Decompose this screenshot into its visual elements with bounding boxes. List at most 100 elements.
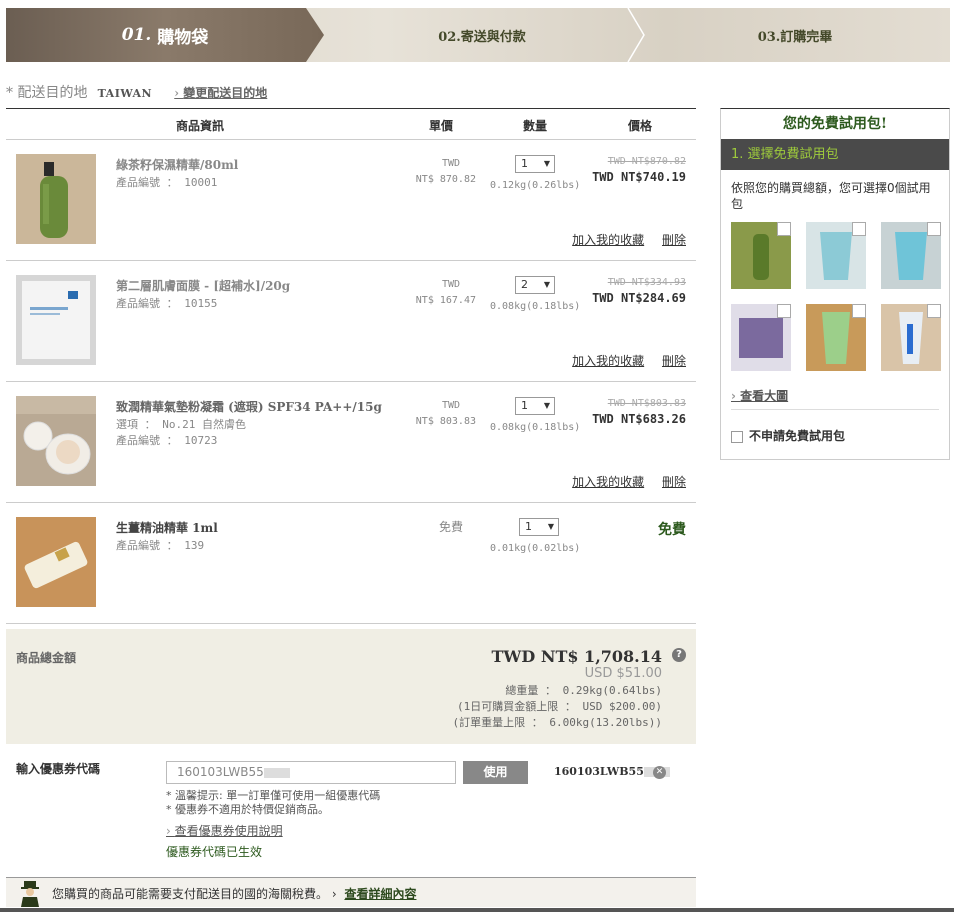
item-weight: 0.08kg(0.18lbs) (490, 422, 581, 433)
quantity-select[interactable]: 1 (519, 518, 559, 536)
step-label: 02.寄送與付款 (438, 29, 526, 45)
sample-checkbox[interactable] (927, 304, 941, 318)
item-actions: 加入我的收藏 刪除 (558, 473, 686, 490)
quantity-select[interactable]: 1 (515, 397, 555, 415)
order-totals: 商品總金額 TWD NT$ 1,708.14 ? USD $51.00 總重量 … (6, 629, 696, 744)
quantity-select[interactable]: 2 (515, 276, 555, 294)
unit-amount: NT$ 167.47 (415, 295, 476, 306)
sample-tile[interactable] (881, 304, 941, 371)
sale-price: TWD NT$740.19 (592, 170, 686, 184)
sample-checkbox[interactable] (852, 222, 866, 236)
add-to-wishlist-link[interactable]: 加入我的收藏 (572, 354, 644, 368)
product-code: 產品編號 ： 10155 (116, 297, 218, 310)
sample-description: 依照您的購買總額，您可選擇0個試用包 (731, 181, 931, 211)
sample-checkbox[interactable] (777, 304, 791, 318)
customs-notice: 您購買的商品可能需要支付配送目的國的海關稅費。 › 查看詳細內容 (6, 877, 696, 907)
destination-label: * 配送目的地 (6, 85, 88, 101)
coupon-guide-link[interactable]: 查看優惠券使用說明 (166, 822, 283, 839)
product-code: 產品編號 ： 139 (116, 539, 205, 552)
coupon-code-input[interactable]: 160103LWB55 (166, 761, 456, 784)
item-weight: 0.01kg(0.02lbs) (490, 543, 581, 554)
sample-tile[interactable] (806, 304, 866, 371)
product-name[interactable]: 綠茶籽保濕精華/80ml (116, 156, 238, 173)
cart-item: 綠茶籽保濕精華/80ml 產品編號 ： 10001 TWD NT$ 870.82… (6, 140, 696, 261)
coupon-status: 優惠券代碼已生效 (166, 845, 263, 859)
item-actions: 加入我的收藏 刪除 (558, 352, 686, 369)
sample-tile[interactable] (881, 222, 941, 289)
apply-coupon-button[interactable]: 使用 (463, 761, 528, 784)
decline-sample-option[interactable]: 不申請免費試用包 (731, 427, 845, 444)
decline-sample-label: 不申請免費試用包 (749, 429, 846, 443)
change-destination-link[interactable]: 變更配送目的地 (174, 86, 267, 100)
sample-step-bar: 1. 選擇免費試用包 (721, 139, 949, 170)
coupon-label: 輸入優惠券代碼 (16, 762, 101, 776)
cart-item: 致潤精華氣墊粉凝霜 (遮瑕) SPF34 PA++/15g 選項 ： No.21… (6, 382, 696, 503)
product-name[interactable]: 致潤精華氣墊粉凝霜 (遮瑕) SPF34 PA++/15g (116, 398, 382, 415)
step-number: 01. (121, 25, 152, 45)
redacted-mask (263, 767, 290, 778)
remove-coupon-icon[interactable]: ✕ (653, 766, 666, 779)
step-shipping-payment: 02.寄送與付款 (324, 8, 645, 62)
customs-text: 您購買的商品可能需要支付配送目的國的海關稅費。 (52, 887, 329, 901)
product-image-oil-vial[interactable] (16, 517, 96, 607)
sample-checkbox[interactable] (852, 304, 866, 318)
footer-line (0, 908, 954, 912)
table-header: 商品資訊 單價 數量 價格 (6, 108, 696, 140)
sale-price: TWD NT$284.69 (592, 291, 686, 305)
sale-price: TWD NT$683.26 (592, 412, 686, 426)
header-price: 價格 (628, 119, 653, 133)
header-quantity: 數量 (523, 119, 548, 133)
checkout-steps: 01. 購物袋 02.寄送與付款 03.訂購完畢 (6, 8, 950, 62)
free-sample-panel: 您的免費試用包! 1. 選擇免費試用包 依照您的購買總額，您可選擇0個試用包 查… (720, 108, 950, 460)
unit-price: TWD NT$ 803.83 (386, 398, 476, 430)
sample-tile[interactable] (731, 304, 791, 371)
quantity-select[interactable]: 1 (515, 155, 555, 173)
add-to-wishlist-link[interactable]: 加入我的收藏 (572, 475, 644, 489)
item-weight: 0.12kg(0.26lbs) (490, 180, 581, 191)
view-large-link[interactable]: 查看大圖 (731, 387, 788, 404)
sample-tile[interactable] (806, 222, 866, 289)
free-price: 免費 (658, 522, 686, 538)
coupon-tip: * 優惠券不適用於特價促銷商品。 (166, 803, 329, 816)
daily-limit: (1日可購買金額上限 ： USD $200.00) (457, 700, 662, 713)
unit-amount: NT$ 870.82 (415, 174, 476, 185)
sample-checkbox[interactable] (777, 222, 791, 236)
shipping-destination: * 配送目的地 TAIWAN 變更配送目的地 (6, 82, 267, 102)
item-actions: 加入我的收藏 刪除 (558, 231, 686, 248)
cart-item: 第二層肌膚面膜 - [超補水]/20g 產品編號 ： 10155 TWD NT$… (6, 261, 696, 382)
applied-coupon-code: 160103LWB55 (554, 765, 644, 778)
step-label: 03.訂購完畢 (757, 29, 833, 45)
product-code: 產品編號 ： 10001 (116, 176, 218, 189)
unit-price-free: 免費 (438, 520, 463, 534)
product-image-serum[interactable] (16, 154, 96, 244)
unit-price: TWD NT$ 167.47 (386, 277, 476, 309)
unit-currency: TWD (441, 158, 461, 169)
original-price: TWD NT$803.83 (607, 398, 686, 409)
decline-sample-checkbox[interactable] (731, 430, 743, 443)
step-shopping-bag: 01. 購物袋 (6, 8, 324, 62)
sample-title: 您的免費試用包! (782, 116, 888, 132)
add-to-wishlist-link[interactable]: 加入我的收藏 (572, 233, 644, 247)
product-name[interactable]: 生薑精油精華 1ml (116, 519, 218, 536)
view-details-link[interactable]: 查看詳細內容 (344, 887, 416, 901)
grand-total: TWD NT$ 1,708.14 (491, 647, 663, 666)
sample-checkbox[interactable] (927, 222, 941, 236)
help-icon[interactable]: ? (672, 648, 686, 662)
unit-currency: TWD (441, 279, 461, 290)
original-price: TWD NT$870.82 (607, 156, 686, 167)
delete-item-link[interactable]: 刪除 (662, 354, 686, 368)
product-code: 產品編號 ： 10723 (116, 434, 218, 447)
destination-country: TAIWAN (97, 87, 153, 100)
delete-item-link[interactable]: 刪除 (662, 233, 686, 247)
total-weight: 總重量 ： 0.29kg(0.64lbs) (505, 684, 662, 697)
customs-notice-text: 您購買的商品可能需要支付配送目的國的海關稅費。 › 查看詳細內容 (52, 887, 417, 901)
product-image-mask[interactable] (16, 275, 96, 365)
product-image-cushion[interactable] (16, 396, 96, 486)
header-product: 商品資訊 (176, 119, 225, 133)
product-name[interactable]: 第二層肌膚面膜 - [超補水]/20g (116, 277, 290, 294)
cart-table: 商品資訊 單價 數量 價格 綠茶籽保濕精華/80ml 產品編號 ： 10001 … (6, 108, 696, 624)
step-label: 購物袋 (157, 27, 209, 48)
divider (731, 409, 939, 410)
delete-item-link[interactable]: 刪除 (662, 475, 686, 489)
sample-tile[interactable] (731, 222, 791, 289)
